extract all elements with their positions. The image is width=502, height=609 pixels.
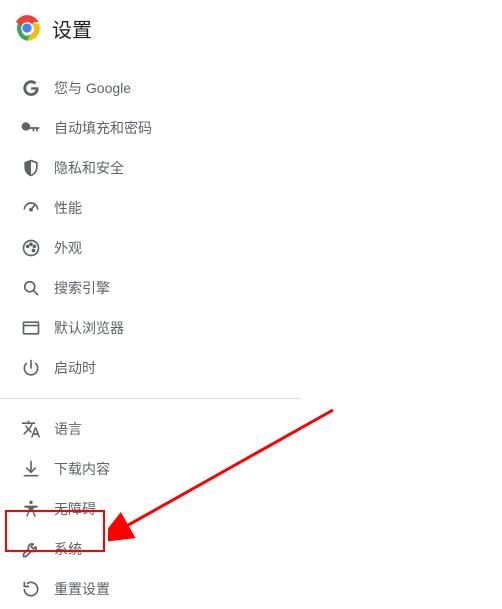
nav-divider [0,398,301,399]
sidebar-item-label: 您与 Google [54,78,131,98]
sidebar-item-label: 下载内容 [54,459,110,479]
page-title: 设置 [52,14,92,43]
key-icon [20,117,42,139]
shield-icon [20,157,42,179]
chrome-logo-icon [13,14,41,42]
sidebar-item-label: 默认浏览器 [54,318,124,338]
browser-icon [20,317,42,339]
sidebar-item-label: 自动填充和密码 [54,118,152,138]
accessibility-icon [20,498,42,520]
google-g-icon [20,77,42,99]
sidebar-item-label: 系统 [54,539,82,559]
sidebar-item-label: 搜索引擎 [54,278,110,298]
power-icon [20,357,42,379]
sidebar-item-performance[interactable]: 性能 [0,188,502,228]
sidebar-item-label: 性能 [54,198,82,218]
wrench-icon [20,538,42,560]
sidebar-item-default-browser[interactable]: 默认浏览器 [0,308,502,348]
speedometer-icon [20,197,42,219]
sidebar-item-privacy[interactable]: 隐私和安全 [0,148,502,188]
sidebar-item-on-startup[interactable]: 启动时 [0,348,502,388]
sidebar-item-languages[interactable]: 语言 [0,409,502,449]
translate-icon [20,418,42,440]
sidebar-item-autofill[interactable]: 自动填充和密码 [0,108,502,148]
reset-icon [20,578,42,600]
download-icon [20,458,42,480]
search-icon [20,277,42,299]
sidebar-item-reset[interactable]: 重置设置 [0,569,502,609]
sidebar-item-label: 外观 [54,238,82,258]
sidebar-item-label: 隐私和安全 [54,158,124,178]
sidebar-item-label: 启动时 [54,358,96,378]
sidebar-item-label: 语言 [54,419,82,439]
settings-nav: 您与 Google 自动填充和密码 隐私和安全 性能 外观 搜索引擎 [0,56,502,609]
sidebar-item-search-engine[interactable]: 搜索引擎 [0,268,502,308]
sidebar-item-label: 重置设置 [54,579,110,599]
sidebar-item-downloads[interactable]: 下载内容 [0,449,502,489]
palette-icon [20,237,42,259]
sidebar-item-appearance[interactable]: 外观 [0,228,502,268]
sidebar-item-label: 无障碍 [54,499,96,519]
settings-header: 设置 [0,0,502,56]
sidebar-item-system[interactable]: 系统 [0,529,502,569]
sidebar-item-accessibility[interactable]: 无障碍 [0,489,502,529]
sidebar-item-you-and-google[interactable]: 您与 Google [0,68,502,108]
